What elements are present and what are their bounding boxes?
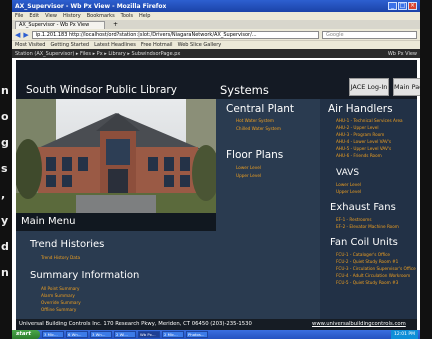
bookmark-getting-started[interactable]: Getting Started — [50, 41, 89, 49]
page-header: South Windsor Public Library Systems JAC… — [16, 60, 420, 99]
systems-middle-column: Central Plant Hot Water System Chilled W… — [216, 99, 320, 319]
forward-icon[interactable]: ▶ — [23, 31, 28, 39]
strip-letter: s — [1, 162, 8, 175]
menu-bar: File Edit View History Bookmarks Tools H… — [12, 12, 420, 20]
jace-login-button[interactable]: JACE Log-In — [349, 78, 389, 96]
systems-heading: Systems — [220, 83, 269, 97]
maximize-icon[interactable]: □ — [398, 2, 407, 10]
menu-edit[interactable]: Edit — [29, 12, 39, 20]
search-input[interactable]: Google — [322, 30, 417, 39]
menu-tools[interactable]: Tools — [121, 12, 133, 20]
link-alarm-summary[interactable]: Alarm Summary — [41, 293, 75, 298]
site-title: South Windsor Public Library — [26, 84, 177, 96]
navigation-toolbar: ◀ ▶ ip.1.201.183 http://localhost/ord?st… — [12, 29, 420, 40]
back-icon[interactable]: ◀ — [15, 31, 20, 39]
strip-letter: d — [1, 240, 9, 253]
station-path[interactable]: Station (AX_Supervisor) ▸ Files ▸ Px ▸ L… — [15, 51, 180, 57]
bookmark-latest-headlines[interactable]: Latest Headlines — [94, 41, 136, 49]
link-ef-2[interactable]: EF-2 - Elevator Machine Room — [336, 224, 399, 229]
link-vav-lower-level[interactable]: Lower Level — [336, 182, 361, 187]
strip-letter: g — [1, 136, 9, 149]
taskbar-item[interactable]: 3 Mic... — [42, 331, 64, 338]
link-vav-upper-level[interactable]: Upper Level — [336, 189, 361, 194]
browser-window: AX_Supervisor - Wb Px View - Mozilla Fir… — [12, 0, 420, 339]
main-menu-label: Main Menu — [21, 216, 76, 227]
air-handlers-heading: Air Handlers — [328, 103, 393, 115]
strip-letter: n — [1, 84, 9, 97]
link-ahu-4[interactable]: AHU-4 - Lower Level VAV's — [336, 139, 391, 144]
link-trend-history-data[interactable]: Trend History Data — [41, 255, 80, 260]
new-tab-button[interactable]: + — [113, 21, 118, 29]
link-ahu-3[interactable]: AHU-3 - Program Room — [336, 132, 384, 137]
floor-plans-heading: Floor Plans — [226, 149, 284, 161]
close-icon[interactable]: × — [408, 2, 417, 10]
browser-tab[interactable]: AX_Supervisor - Wb Px View — [15, 21, 105, 29]
link-ahu-5[interactable]: AHU-5 - Upper Level VAV's — [336, 146, 391, 151]
link-fcu-1[interactable]: FCU-1 - Cataloger's Office — [336, 252, 390, 257]
windows-taskbar: start 3 Mic... 6 Wn... 3 Wn... 2 Wi... W… — [12, 330, 420, 339]
fan-coil-units-heading: Fan Coil Units — [330, 237, 398, 248]
start-button[interactable]: start — [12, 330, 40, 339]
link-hot-water-system[interactable]: Hot Water System — [236, 118, 274, 123]
link-ahu-2[interactable]: AHU-2 - Upper Level — [336, 125, 379, 130]
link-ahu-6[interactable]: AHU-6 - Friends Room — [336, 153, 382, 158]
summary-information-heading: Summary Information — [30, 270, 140, 281]
strip-letter: n — [1, 266, 9, 279]
page-footer: Universal Building Controls Inc. 170 Res… — [16, 319, 417, 330]
company-address: Universal Building Controls Inc. 170 Res… — [19, 321, 252, 327]
central-plant-heading: Central Plant — [226, 103, 295, 115]
tab-bar: AX_Supervisor - Wb Px View + — [12, 20, 420, 29]
link-fcu-2[interactable]: FCU-2 - Quiet Study Room #1 — [336, 259, 398, 264]
photo-border-right — [420, 0, 432, 339]
link-all-point-summary[interactable]: All Point Summary — [41, 286, 80, 291]
bookmark-most-visited[interactable]: Most Visited — [15, 41, 45, 49]
station-path-bar: Station (AX_Supervisor) ▸ Files ▸ Px ▸ L… — [12, 49, 420, 58]
link-override-summary[interactable]: Override Summary — [41, 300, 81, 305]
px-page: South Windsor Public Library Systems JAC… — [16, 60, 420, 319]
strip-letter: y — [1, 214, 9, 227]
strip-letter: o — [1, 110, 9, 123]
bookmarks-toolbar: Most Visited Getting Started Latest Head… — [12, 40, 420, 49]
link-fcu-5[interactable]: FCU-5 - Quiet Study Room #3 — [336, 280, 398, 285]
link-ef-1[interactable]: EF-1 - Restrooms — [336, 217, 372, 222]
window-controls: _ □ × — [388, 2, 417, 10]
main-page-button[interactable]: Main Page — [393, 78, 420, 96]
link-offline-summary[interactable]: Offline Summary — [41, 307, 76, 312]
taskbar-item-active[interactable]: Wb Px... — [138, 331, 160, 338]
system-tray-clock: 12:01 PM — [391, 330, 418, 339]
strip-letter: , — [1, 188, 6, 201]
vavs-heading: VAVS — [336, 168, 360, 178]
systems-right-column: Air Handlers AHU-1 - Technical Services … — [320, 99, 417, 319]
url-bar[interactable]: ip.1.201.183 http://localhost/ord?statio… — [31, 30, 319, 39]
bookmark-free-hotmail[interactable]: Free Hotmail — [141, 41, 173, 49]
menu-file[interactable]: File — [15, 12, 23, 20]
link-floor-upper-level[interactable]: Upper Level — [236, 173, 261, 178]
window-title-bar[interactable]: AX_Supervisor - Wb Px View - Mozilla Fir… — [12, 0, 420, 12]
exhaust-fans-heading: Exhaust Fans — [330, 202, 396, 213]
menu-bookmarks[interactable]: Bookmarks — [87, 12, 115, 20]
library-building-photo — [16, 99, 216, 213]
main-menu-panel: Trend Histories Trend History Data Summa… — [16, 231, 216, 319]
link-fcu-4[interactable]: FCU-4 - Adult Circulation Workroom — [336, 273, 410, 278]
taskbar-item[interactable]: 2 Wi... — [114, 331, 136, 338]
menu-history[interactable]: History — [63, 12, 81, 20]
link-chilled-water-system[interactable]: Chilled Water System — [236, 126, 281, 131]
link-ahu-1[interactable]: AHU-1 - Technical Services Area — [336, 118, 403, 123]
trend-histories-heading: Trend Histories — [30, 239, 105, 250]
minimize-icon[interactable]: _ — [388, 2, 397, 10]
main-menu-bar: Main Menu — [16, 213, 216, 231]
menu-view[interactable]: View — [45, 12, 57, 20]
taskbar-item[interactable]: 3 Wn... — [90, 331, 112, 338]
bookmark-web-slice-gallery[interactable]: Web Slice Gallery — [178, 41, 222, 49]
company-website-link[interactable]: www.universalbuildingcontrols.com — [312, 321, 406, 327]
link-fcu-3[interactable]: FCU-3 - Circulation Supervisor's Office — [336, 266, 416, 271]
taskbar-item[interactable]: 6 Wn... — [66, 331, 88, 338]
window-title: AX_Supervisor - Wb Px View - Mozilla Fir… — [15, 2, 167, 10]
link-floor-lower-level[interactable]: Lower Level — [236, 165, 261, 170]
menu-help[interactable]: Help — [139, 12, 150, 20]
view-selector[interactable]: Wb Px View — [388, 51, 417, 57]
taskbar-item[interactable]: Photos... — [186, 331, 208, 338]
left-edge-text-strip: n o g s , y d n — [0, 40, 12, 339]
taskbar-item[interactable]: 2 Mic... — [162, 331, 184, 338]
